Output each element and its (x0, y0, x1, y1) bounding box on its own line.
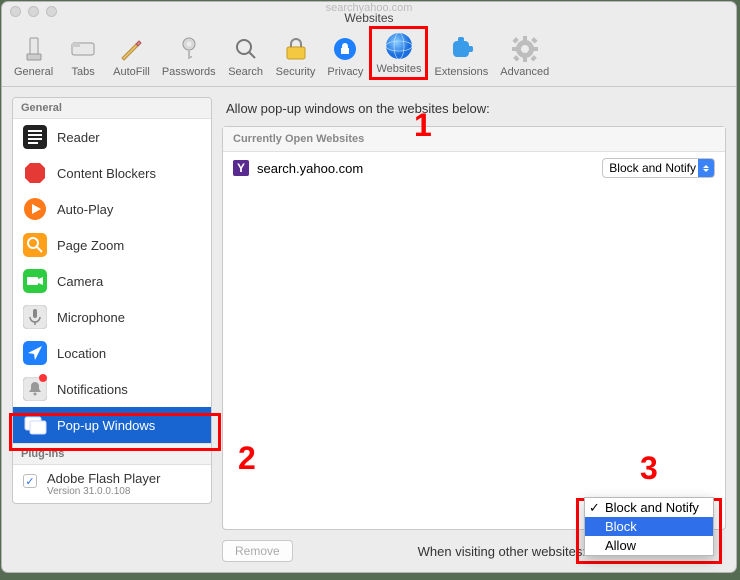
search-icon (231, 34, 261, 64)
notification-badge-icon (39, 374, 47, 382)
microphone-icon (23, 305, 47, 329)
plugin-version: Version 31.0.0.108 (47, 486, 160, 497)
security-icon (281, 34, 311, 64)
sidebar-item-label: Notifications (57, 382, 128, 397)
tab-general[interactable]: General (8, 26, 59, 80)
passwords-key-icon (174, 34, 204, 64)
camera-icon (23, 269, 47, 293)
extensions-icon (446, 34, 476, 64)
default-policy-dropdown[interactable]: ✓Block and Notify Block Allow (584, 497, 714, 556)
sidebar-item-label: Content Blockers (57, 166, 156, 181)
sidebar-item-notifications[interactable]: Notifications (13, 371, 211, 407)
sidebar-item-label: Camera (57, 274, 103, 289)
sidebar-item-page-zoom[interactable]: Page Zoom (13, 227, 211, 263)
website-row[interactable]: Y search.yahoo.com Block and Notify (223, 152, 725, 184)
tab-advanced[interactable]: Advanced (494, 26, 555, 80)
window-title: Websites (326, 13, 413, 23)
sidebar-item-location[interactable]: Location (13, 335, 211, 371)
sidebar: General Reader Content Blockers Auto-Pla… (12, 97, 212, 504)
sidebar-item-popup-windows[interactable]: Pop-up Windows (13, 407, 211, 443)
tab-passwords[interactable]: Passwords (156, 26, 222, 80)
zoom-window-button[interactable] (46, 6, 57, 17)
sidebar-item-label: Pop-up Windows (57, 418, 155, 433)
default-policy-label: When visiting other websites: (418, 544, 586, 559)
sidebar-section-general: General (13, 98, 211, 119)
tabs-icon (68, 34, 98, 64)
reader-icon (23, 125, 47, 149)
popup-windows-icon (23, 413, 47, 437)
site-permission-select[interactable]: Block and Notify (602, 158, 715, 178)
sidebar-item-microphone[interactable]: Microphone (13, 299, 211, 335)
auto-play-icon (23, 197, 47, 221)
tab-search[interactable]: Search (222, 26, 270, 80)
websites-list: Currently Open Websites Y search.yahoo.c… (222, 126, 726, 530)
tab-privacy[interactable]: Privacy (321, 26, 369, 80)
sidebar-item-label: Auto-Play (57, 202, 113, 217)
sidebar-item-camera[interactable]: Camera (13, 263, 211, 299)
site-domain: search.yahoo.com (257, 161, 363, 176)
minimize-window-button[interactable] (28, 6, 39, 17)
sidebar-item-label: Location (57, 346, 106, 361)
tab-websites[interactable]: Websites (369, 26, 428, 80)
sidebar-item-label: Reader (57, 130, 100, 145)
sidebar-item-flash-plugin[interactable]: Adobe Flash Player Version 31.0.0.108 (13, 465, 211, 503)
close-window-button[interactable] (10, 6, 21, 17)
main-heading: Allow pop-up windows on the websites bel… (222, 97, 726, 126)
sidebar-item-auto-play[interactable]: Auto-Play (13, 191, 211, 227)
plugin-label: Adobe Flash Player (47, 471, 160, 486)
sidebar-item-reader[interactable]: Reader (13, 119, 211, 155)
sidebar-section-plugins: Plug-ins (13, 443, 211, 465)
dropdown-option-block[interactable]: Block (585, 517, 713, 536)
advanced-gear-icon (510, 34, 540, 64)
site-favicon-icon: Y (233, 160, 249, 176)
titlebar: searchyahoo.com Websites (2, 2, 736, 22)
tab-security[interactable]: Security (270, 26, 322, 80)
content-area: General Reader Content Blockers Auto-Pla… (2, 87, 736, 572)
dropdown-option-block-notify[interactable]: ✓Block and Notify (585, 498, 713, 517)
select-stepper-icon (698, 159, 714, 177)
location-icon (23, 341, 47, 365)
content-blockers-icon (23, 161, 47, 185)
tab-tabs[interactable]: Tabs (59, 26, 107, 80)
tab-extensions[interactable]: Extensions (428, 26, 494, 80)
sidebar-item-label: Microphone (57, 310, 125, 325)
remove-button[interactable]: Remove (222, 540, 293, 562)
sidebar-item-content-blockers[interactable]: Content Blockers (13, 155, 211, 191)
websites-globe-icon (384, 31, 414, 61)
list-header: Currently Open Websites (223, 127, 725, 152)
general-icon (19, 34, 49, 64)
sidebar-item-label: Page Zoom (57, 238, 124, 253)
autofill-icon (116, 34, 146, 64)
plugin-enable-checkbox[interactable] (23, 474, 37, 488)
main-panel: Allow pop-up windows on the websites bel… (222, 97, 726, 562)
check-icon: ✓ (589, 500, 600, 516)
window-controls (10, 6, 57, 17)
tab-autofill[interactable]: AutoFill (107, 26, 156, 80)
privacy-icon (330, 34, 360, 64)
preferences-toolbar: General Tabs AutoFill Passwords Search S… (2, 22, 736, 87)
dropdown-option-allow[interactable]: Allow (585, 536, 713, 555)
page-zoom-icon (23, 233, 47, 257)
preferences-window: searchyahoo.com Websites General Tabs Au… (2, 2, 736, 572)
